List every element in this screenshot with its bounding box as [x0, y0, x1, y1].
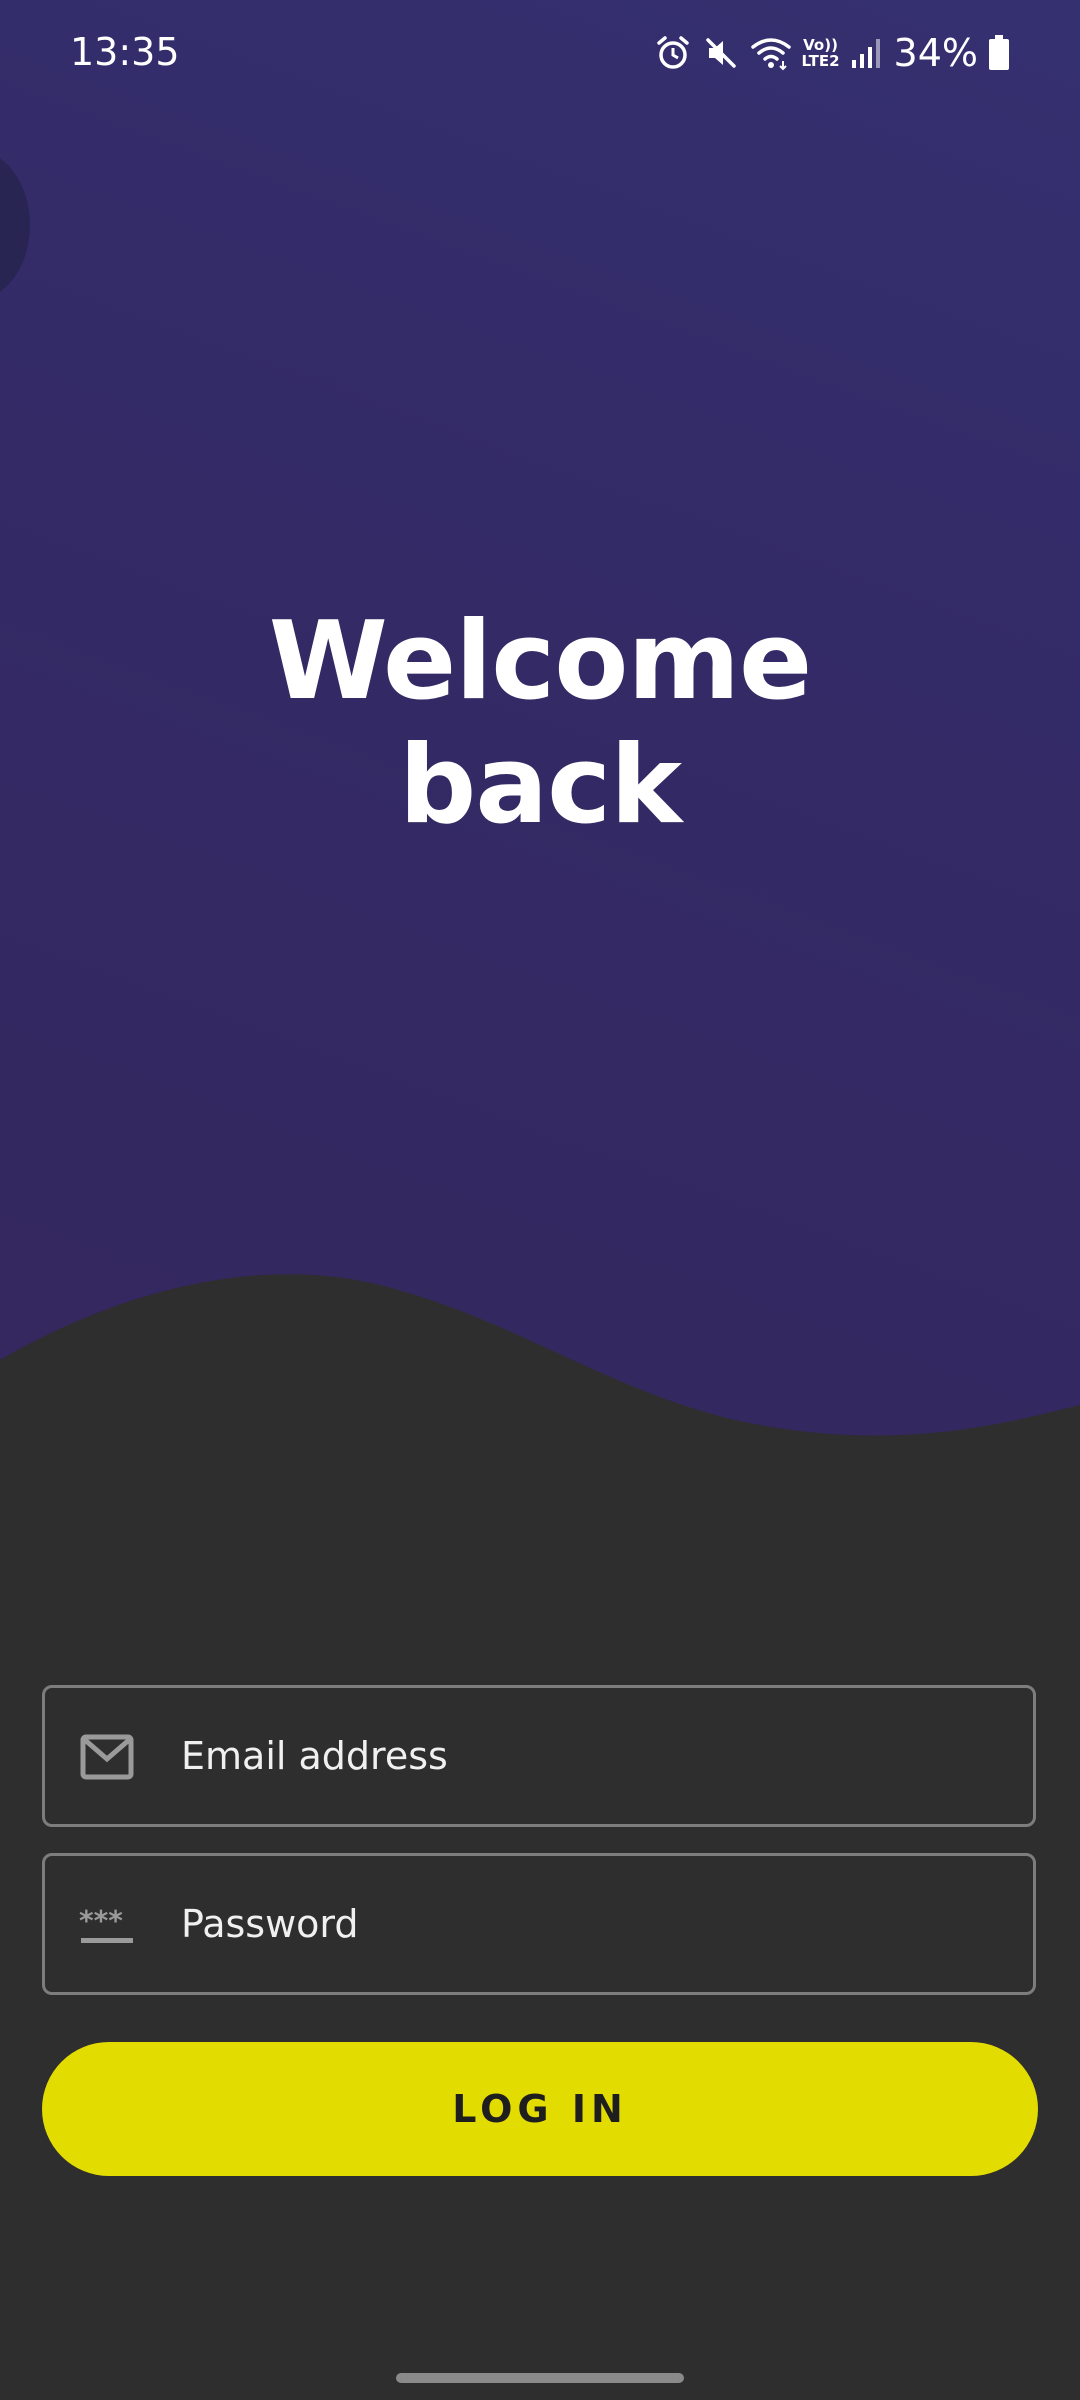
email-input[interactable]	[181, 1688, 1001, 1824]
status-bar: 13:35 Vo)) LTE2 34%	[0, 0, 1080, 110]
password-icon: ***	[79, 1900, 135, 1950]
password-input[interactable]	[181, 1856, 1001, 1992]
welcome-title: Welcome back	[0, 600, 1080, 848]
signal-icon	[850, 36, 884, 70]
wifi-icon	[750, 34, 792, 72]
battery-percent: 34%	[893, 31, 978, 75]
battery-icon	[988, 35, 1010, 71]
mute-icon	[702, 34, 740, 72]
status-time: 13:35	[70, 30, 180, 74]
welcome-title-line2: back	[398, 723, 682, 848]
password-field[interactable]: ***	[42, 1853, 1036, 1995]
status-icons: Vo)) LTE2 34%	[654, 28, 1010, 78]
wave-divider	[0, 1274, 1080, 1510]
svg-text:***: ***	[79, 1904, 123, 1937]
alarm-icon	[654, 34, 692, 72]
envelope-icon	[79, 1732, 135, 1782]
login-screen: 13:35 Vo)) LTE2 34% Welcome back Email a…	[0, 0, 1080, 2400]
network-type-label: Vo)) LTE2	[801, 36, 840, 70]
login-button[interactable]: LOG IN	[42, 2042, 1038, 2176]
home-indicator[interactable]	[396, 2373, 684, 2383]
welcome-title-line1: Welcome	[268, 599, 813, 724]
email-field[interactable]	[42, 1685, 1036, 1827]
